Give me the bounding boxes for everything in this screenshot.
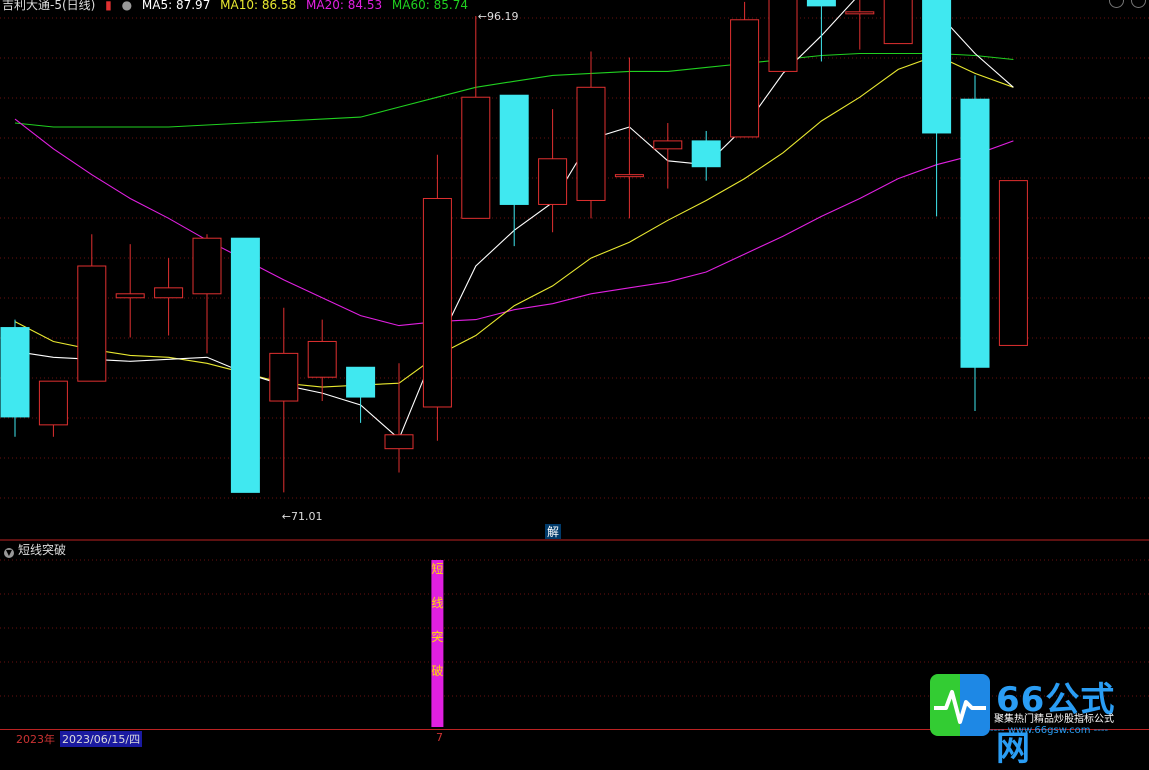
signal-char: 线 bbox=[431, 596, 443, 610]
logo-tagline: 聚集热门精品炒股指标公式 bbox=[994, 714, 1114, 725]
signal-char: 破 bbox=[431, 663, 443, 678]
candle bbox=[346, 366, 376, 423]
candle-body bbox=[192, 237, 222, 295]
candle-body bbox=[154, 287, 184, 299]
candle bbox=[422, 154, 452, 441]
candle bbox=[77, 234, 107, 382]
candle bbox=[269, 307, 299, 493]
candle-body bbox=[499, 94, 529, 205]
collapse-icon[interactable]: ▼ bbox=[4, 548, 14, 558]
candle bbox=[960, 75, 990, 411]
candle-body bbox=[115, 293, 145, 299]
axis-tick: 7 bbox=[436, 731, 443, 744]
candle-body bbox=[538, 158, 568, 205]
candle-body bbox=[614, 174, 644, 178]
candle bbox=[230, 237, 260, 493]
candle bbox=[614, 57, 644, 219]
candle bbox=[192, 234, 222, 354]
candle bbox=[0, 319, 30, 437]
site-logo: 66公式网 聚集热门精品炒股指标公式 ---- www.66gsw.com --… bbox=[930, 674, 1142, 769]
candle-body bbox=[307, 340, 337, 378]
candle bbox=[845, 0, 875, 50]
high-label: ←96.19 bbox=[478, 10, 519, 23]
candle-body bbox=[230, 237, 260, 493]
candle bbox=[653, 123, 683, 189]
signal-char: 短 bbox=[431, 562, 443, 576]
candle-body bbox=[653, 140, 683, 150]
candle-body bbox=[422, 197, 452, 408]
indicator-title[interactable]: ▼ 短线突破 bbox=[4, 541, 66, 558]
candle bbox=[806, 0, 836, 62]
candle-body bbox=[998, 180, 1028, 346]
candle bbox=[730, 1, 760, 138]
candle bbox=[768, 0, 798, 72]
candle-body bbox=[0, 327, 30, 418]
pulse-logo-icon bbox=[930, 674, 990, 736]
candlestick-chart[interactable]: ←96.19←71.01解 短线突破 bbox=[0, 0, 1149, 729]
candle-body bbox=[730, 19, 760, 138]
candle bbox=[461, 16, 491, 219]
candle-body bbox=[346, 366, 376, 398]
candle bbox=[38, 380, 68, 437]
low-label: ←71.01 bbox=[282, 510, 323, 523]
candle-body bbox=[806, 0, 836, 7]
candle-body bbox=[461, 96, 491, 219]
indicator-name: 短线突破 bbox=[18, 543, 67, 557]
candle-body bbox=[845, 11, 875, 15]
candle-body bbox=[768, 0, 798, 72]
candle-body bbox=[960, 98, 990, 368]
candle-body bbox=[576, 86, 606, 201]
candle-body bbox=[691, 140, 721, 168]
candle-body bbox=[77, 265, 107, 382]
candle bbox=[576, 51, 606, 219]
candle-body bbox=[883, 0, 913, 45]
candle-body bbox=[38, 380, 68, 426]
signal-char: 突 bbox=[431, 629, 443, 644]
candle bbox=[307, 319, 337, 402]
candle-body bbox=[269, 352, 299, 402]
candle-body bbox=[922, 0, 952, 134]
candle bbox=[922, 0, 952, 217]
candle bbox=[154, 258, 184, 336]
candle bbox=[883, 0, 913, 45]
marker-label: 解 bbox=[547, 525, 559, 539]
logo-url: ---- www.66gsw.com ---- bbox=[990, 725, 1109, 736]
candle bbox=[998, 180, 1028, 346]
candle-body bbox=[384, 434, 414, 450]
candle bbox=[538, 109, 568, 233]
